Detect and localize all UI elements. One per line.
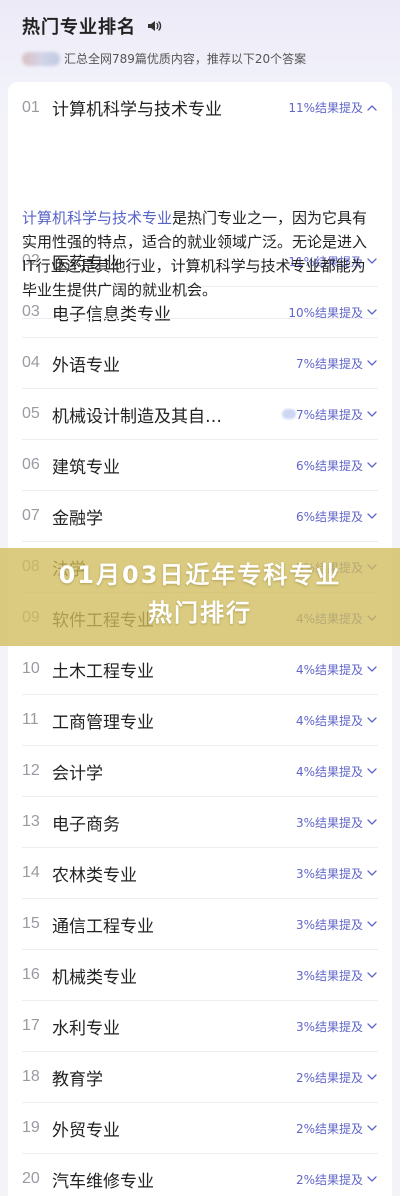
rank-number: 07 <box>22 507 40 524</box>
ranking-item[interactable]: 05 机械设计制造及其自… 7%结果提及 <box>22 389 378 440</box>
ranking-item[interactable]: 17 水利专业 3%结果提及 <box>22 1001 378 1052</box>
rank-number: 15 <box>22 915 40 932</box>
rank-number: 18 <box>22 1068 40 1085</box>
major-name: 会计学 <box>52 763 103 784</box>
rank-number: 05 <box>22 405 40 422</box>
major-name: 机械设计制造及其自… <box>52 406 222 427</box>
rank-number: 20 <box>22 1170 40 1187</box>
mention-percent: 7%结果提及 <box>295 356 363 371</box>
major-name: 水利专业 <box>52 1018 120 1039</box>
mention-percent: 4%结果提及 <box>295 713 363 728</box>
ranking-item[interactable]: 16 机械类专业 3%结果提及 <box>22 950 378 1001</box>
rank-number: 12 <box>22 762 40 779</box>
ranking-item[interactable]: 18 教育学 2%结果提及 <box>22 1052 378 1103</box>
major-name: 汽车维修专业 <box>52 1171 154 1192</box>
major-name: 通信工程专业 <box>52 916 154 937</box>
ranking-item[interactable]: 12 会计学 4%结果提及 <box>22 746 378 797</box>
major-name: 电子信息类专业 <box>52 304 171 325</box>
ranking-item[interactable]: 19 外贸专业 2%结果提及 <box>22 1103 378 1154</box>
chevron-down-icon[interactable] <box>366 867 378 879</box>
ranking-item[interactable]: 01 计算机科学与技术专业 11%结果提及 <box>22 82 378 133</box>
rank-number: 16 <box>22 966 40 983</box>
ranking-item[interactable]: 20 汽车维修专业 2%结果提及 <box>22 1154 378 1196</box>
expanded-description: 计算机科学与技术专业是热门专业之一，因为它具有实用性强的特点，适合的就业领域广泛… <box>22 206 372 302</box>
divider <box>22 318 378 319</box>
major-name: 工商管理专业 <box>52 712 154 733</box>
major-name: 金融学 <box>52 508 103 529</box>
chevron-down-icon[interactable] <box>366 1020 378 1032</box>
chevron-down-icon[interactable] <box>366 816 378 828</box>
rank-number: 14 <box>22 864 40 881</box>
mention-percent: 4%结果提及 <box>295 764 363 779</box>
chevron-down-icon[interactable] <box>366 918 378 930</box>
major-name: 农林类专业 <box>52 865 137 886</box>
subtitle: 汇总全网789篇优质内容，推荐以下20个答案 <box>64 52 307 66</box>
major-name: 建筑专业 <box>52 457 120 478</box>
chevron-down-icon[interactable] <box>366 1173 378 1185</box>
ranking-item[interactable]: 07 金融学 6%结果提及 <box>22 491 378 542</box>
mention-percent: 6%结果提及 <box>295 509 363 524</box>
chevron-down-icon[interactable] <box>366 510 378 522</box>
mention-percent: 2%结果提及 <box>295 1121 363 1136</box>
mention-percent: 2%结果提及 <box>295 1172 363 1187</box>
rank-number: 11 <box>22 711 39 728</box>
rank-number: 19 <box>22 1119 40 1136</box>
rank-number: 04 <box>22 354 40 371</box>
chevron-down-icon[interactable] <box>366 306 378 318</box>
ranking-item[interactable]: 13 电子商务 3%结果提及 <box>22 797 378 848</box>
ranking-card: 热门专业排名 汇总全网789篇优质内容，推荐以下20个答案 01 计算机科学与技术… <box>0 0 400 1196</box>
major-name: 外语专业 <box>52 355 120 376</box>
major-name: 计算机科学与技术专业 <box>52 100 222 120</box>
ranking-item[interactable]: 10 土木工程专业 4%结果提及 <box>22 644 378 695</box>
ranking-item[interactable]: 11 工商管理专业 4%结果提及 <box>22 695 378 746</box>
major-name: 电子商务 <box>52 814 120 835</box>
source-tag <box>281 409 296 419</box>
banner-line-2: 热门排行 <box>148 599 252 627</box>
rank-number: 17 <box>22 1017 40 1034</box>
mention-percent: 2%结果提及 <box>295 1070 363 1085</box>
rank-number: 01 <box>22 98 40 116</box>
chevron-down-icon[interactable] <box>366 714 378 726</box>
page-title: 热门专业排名 <box>22 17 136 38</box>
mention-percent: 3%结果提及 <box>295 866 363 881</box>
rank-number: 10 <box>22 660 40 677</box>
major-name: 土木工程专业 <box>52 661 154 682</box>
mention-percent: 3%结果提及 <box>295 1019 363 1034</box>
chevron-down-icon[interactable] <box>366 969 378 981</box>
banner-title: 01月03日近年专科专业 热门排行 <box>0 556 400 632</box>
mention-percent: 11%结果提及 <box>288 101 363 115</box>
chevron-down-icon[interactable] <box>366 1122 378 1134</box>
banner-line-1: 01月03日近年专科专业 <box>58 561 342 589</box>
speaker-icon[interactable] <box>146 18 162 34</box>
ranking-item[interactable]: 14 农林类专业 3%结果提及 <box>22 848 378 899</box>
mention-percent: 6%结果提及 <box>295 458 363 473</box>
subtitle-row: 汇总全网789篇优质内容，推荐以下20个答案 <box>22 50 378 67</box>
major-name: 教育学 <box>52 1069 103 1090</box>
mention-percent: 3%结果提及 <box>295 968 363 983</box>
mention-percent: 3%结果提及 <box>295 917 363 932</box>
chevron-down-icon[interactable] <box>366 1071 378 1083</box>
header: 热门专业排名 汇总全网789篇优质内容，推荐以下20个答案 <box>22 12 378 82</box>
major-name: 外贸专业 <box>52 1120 120 1141</box>
chevron-down-icon[interactable] <box>366 357 378 369</box>
mention-percent: 4%结果提及 <box>295 662 363 677</box>
rank-number: 06 <box>22 456 40 473</box>
major-name: 机械类专业 <box>52 967 137 988</box>
description-link[interactable]: 计算机科学与技术专业 <box>22 209 172 227</box>
mention-percent: 3%结果提及 <box>295 815 363 830</box>
chevron-down-icon[interactable] <box>366 765 378 777</box>
chevron-down-icon[interactable] <box>366 663 378 675</box>
source-avatars <box>22 51 60 66</box>
ranking-item[interactable]: 15 通信工程专业 3%结果提及 <box>22 899 378 950</box>
chevron-down-icon[interactable] <box>366 408 378 420</box>
mention-percent: 7%结果提及 <box>295 407 363 422</box>
ranking-item[interactable]: 04 外语专业 7%结果提及 <box>22 338 378 389</box>
title-row: 热门专业排名 <box>22 12 378 40</box>
rank-number: 13 <box>22 813 40 830</box>
chevron-up-icon[interactable] <box>366 102 378 114</box>
chevron-down-icon[interactable] <box>366 459 378 471</box>
ranking-item[interactable]: 06 建筑专业 6%结果提及 <box>22 440 378 491</box>
